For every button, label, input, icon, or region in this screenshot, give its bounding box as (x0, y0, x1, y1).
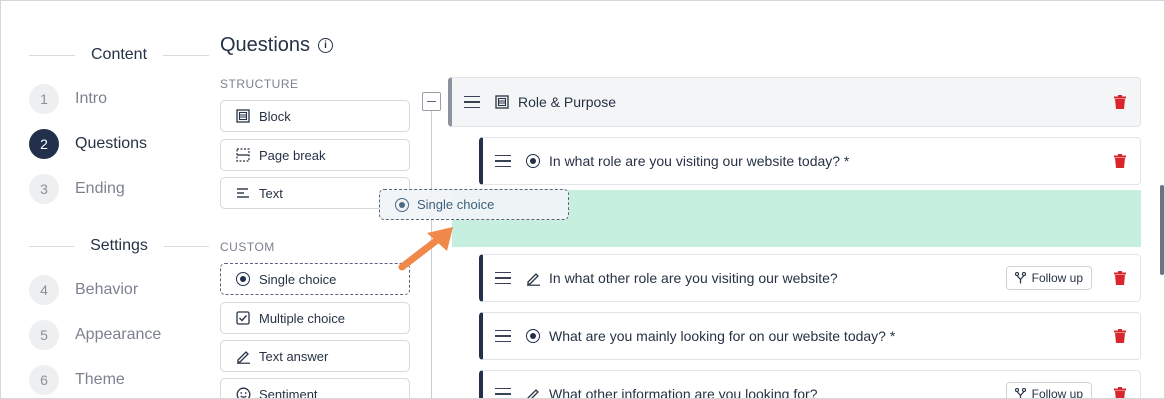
question-card[interactable]: What are you mainly looking for on our w… (479, 312, 1141, 360)
follow-up-button[interactable]: Follow up (1005, 382, 1092, 399)
settings-heading: Settings (29, 237, 209, 255)
radio-icon (235, 271, 251, 287)
block-card[interactable]: Role & Purpose (448, 77, 1141, 127)
palette-item-label: Multiple choice (259, 310, 345, 326)
step-label: Behavior (75, 281, 139, 298)
custom-section-label: CUSTOM (220, 240, 275, 254)
drag-handle-icon[interactable] (495, 387, 511, 398)
follow-up-label: Follow up (1031, 271, 1083, 285)
radio-icon (525, 328, 541, 344)
trash-icon[interactable] (1114, 95, 1126, 109)
step-number: 5 (29, 320, 59, 350)
step-number: 6 (29, 365, 59, 395)
drag-handle-icon[interactable] (495, 329, 511, 343)
smiley-icon (235, 386, 251, 398)
nav-step-intro[interactable]: 1 Intro (29, 84, 107, 114)
step-label: Intro (75, 90, 108, 107)
palette-item-label: Text answer (259, 348, 329, 364)
palette-text-answer[interactable]: Text answer (220, 340, 410, 372)
collapse-toggle[interactable] (422, 92, 441, 111)
nav-step-questions[interactable]: 2 Questions (29, 129, 147, 159)
step-number: 3 (29, 174, 59, 204)
branch-icon (1014, 388, 1026, 398)
arrow-icon (398, 227, 453, 271)
step-label: Appearance (75, 326, 162, 343)
pencil-icon (525, 386, 541, 398)
palette-block[interactable]: Block (220, 100, 410, 132)
palette-item-label: Text (259, 185, 283, 201)
checkbox-icon (235, 310, 251, 326)
pencil-icon (235, 348, 251, 364)
app-frame: Content 1 Intro 2 Questions 3 Ending Set… (0, 0, 1165, 399)
scrollbar[interactable] (1160, 185, 1164, 275)
nav-step-appearance[interactable]: 5 Appearance (29, 320, 161, 350)
step-number: 1 (29, 84, 59, 114)
trash-icon[interactable] (1114, 329, 1126, 343)
palette-sentiment[interactable]: Sentiment (220, 378, 410, 399)
block-icon (494, 94, 510, 110)
step-label: Ending (75, 180, 125, 197)
block-title: Role & Purpose (518, 94, 617, 110)
nav-step-ending[interactable]: 3 Ending (29, 174, 125, 204)
step-label: Theme (75, 371, 125, 388)
nav-step-behavior[interactable]: 4 Behavior (29, 275, 138, 305)
palette-page-break[interactable]: Page break (220, 139, 410, 171)
text-icon (235, 185, 251, 201)
question-card[interactable]: In what role are you visiting our websit… (479, 137, 1141, 185)
question-text: In what other role are you visiting our … (549, 270, 838, 286)
info-icon[interactable]: i (318, 38, 334, 53)
nav-step-theme[interactable]: 6 Theme (29, 365, 125, 395)
dragging-item[interactable]: Single choice (379, 189, 569, 220)
trash-icon[interactable] (1114, 154, 1126, 168)
trash-icon[interactable] (1114, 271, 1126, 285)
follow-up-button[interactable]: Follow up (1005, 266, 1092, 290)
palette-item-label: Page break (259, 147, 326, 163)
content-heading: Content (29, 46, 210, 64)
radio-icon (525, 153, 541, 169)
question-card[interactable]: In what other role are you visiting our … (479, 254, 1141, 302)
drag-handle-icon[interactable] (464, 95, 480, 109)
step-number: 2 (29, 129, 59, 159)
block-icon (235, 108, 251, 124)
palette-item-label: Single choice (259, 271, 337, 287)
dragging-item-label: Single choice (417, 197, 495, 212)
question-text: What other information are you looking f… (549, 386, 818, 399)
palette-multiple-choice[interactable]: Multiple choice (220, 302, 410, 334)
step-label: Questions (75, 135, 148, 152)
palette-single-choice[interactable]: Single choice (220, 263, 410, 295)
page-title: Questions i (220, 34, 334, 57)
radio-icon (395, 197, 409, 212)
pencil-icon (525, 270, 541, 286)
question-text: In what role are you visiting our websit… (549, 153, 850, 169)
page-title-text: Questions (220, 34, 311, 56)
drag-handle-icon[interactable] (495, 271, 511, 285)
palette-item-label: Block (259, 108, 291, 124)
structure-section-label: STRUCTURE (220, 77, 299, 91)
drag-handle-icon[interactable] (495, 154, 511, 168)
trash-icon[interactable] (1114, 387, 1126, 399)
step-number: 4 (29, 275, 59, 305)
branch-icon (1014, 272, 1026, 284)
question-card[interactable]: What other information are you looking f… (479, 370, 1141, 399)
follow-up-label: Follow up (1031, 387, 1083, 399)
question-text: What are you mainly looking for on our w… (549, 328, 896, 344)
palette-item-label: Sentiment (259, 386, 318, 399)
page-break-icon (235, 147, 251, 163)
